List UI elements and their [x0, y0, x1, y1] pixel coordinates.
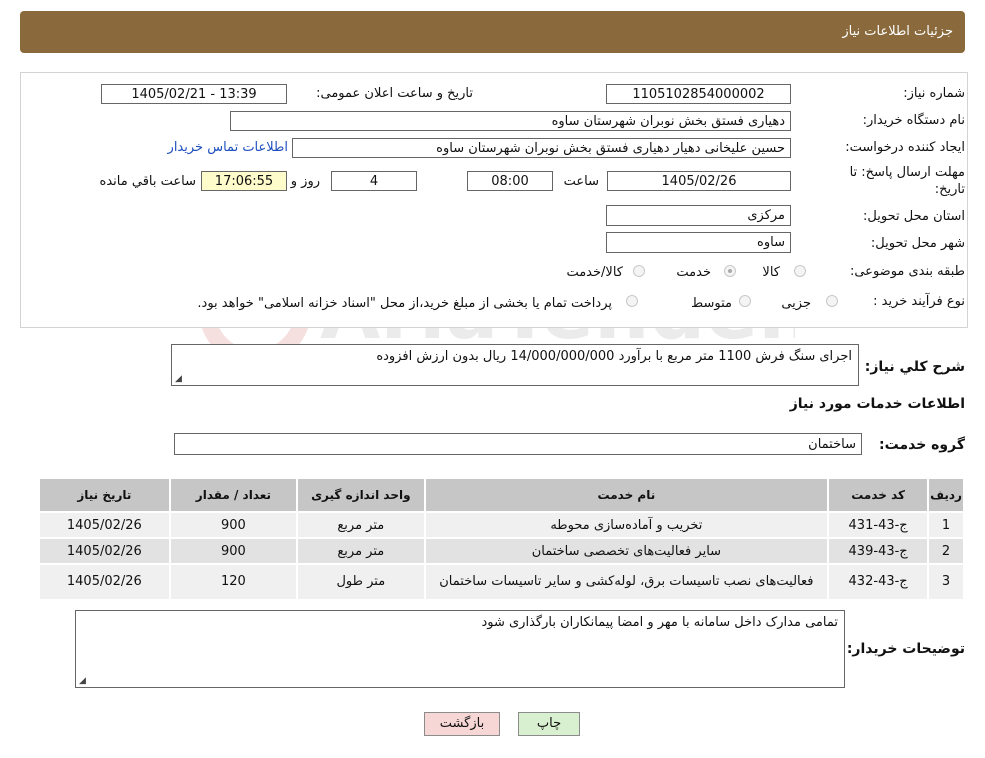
cell-code: ج-43-431 [827, 511, 930, 539]
need-number-field: 1105102854000002 [606, 84, 791, 104]
service-group-field: ساختمان [174, 433, 862, 455]
category-option-goods-service: کالا/خدمت [566, 265, 623, 280]
process-radio-minor[interactable] [826, 295, 838, 307]
cell-unit: متر مربع [296, 537, 426, 565]
column-header-name: نام خدمت [423, 477, 830, 513]
cell-name: تخریب و آماده‌سازی محوطه [423, 511, 830, 539]
process-option-medium: متوسط [691, 296, 732, 311]
buyer-contact-link[interactable]: اطلاعات تماس خریدار [168, 140, 288, 155]
cell-qty: 120 [168, 563, 299, 601]
column-header-qty: تعداد / مقدار [168, 477, 299, 513]
days-label: روز و [290, 174, 320, 189]
cell-code: ج-43-439 [827, 537, 930, 565]
buyer-notes-label: توضیحات خریدار: [846, 641, 965, 657]
category-option-goods: کالا [762, 265, 780, 280]
city-label: شهر محل تحویل: [870, 236, 965, 251]
process-radio-medium[interactable] [739, 295, 751, 307]
requester-label: ایجاد کننده درخواست: [845, 140, 965, 155]
buyer-org-label: نام دستگاه خریدار: [862, 113, 965, 128]
table-row: 3 ج-43-432 فعالیت‌های نصب تاسیسات برق، ل… [38, 563, 965, 601]
services-table: ردیف کد خدمت نام خدمت واحد اندازه گیری ت… [38, 477, 965, 601]
cell-code: ج-43-432 [827, 563, 930, 601]
remaining-label: ساعت باقي مانده [99, 174, 196, 189]
column-header-unit: واحد اندازه گیری [296, 477, 426, 513]
deadline-label: مهلت ارسال پاسخ: تا [849, 165, 965, 180]
deadline-date-field: 1405/02/26 [607, 171, 791, 191]
process-option-minor: جزیی [781, 296, 811, 311]
process-label: نوع فرآیند خرید : [873, 294, 965, 309]
cell-date: 1405/02/26 [38, 563, 171, 601]
buyer-org-field: دهیاری فستق بخش نوبران شهرستان ساوه [230, 111, 791, 131]
cell-qty: 900 [168, 511, 299, 539]
table-row: 2 ج-43-439 سایر فعالیت‌های تخصصی ساختمان… [38, 537, 965, 565]
column-header-date: تاریخ نیاز [38, 477, 171, 513]
city-field: ساوه [606, 232, 791, 253]
cell-unit: متر مربع [296, 511, 426, 539]
cell-index: 3 [927, 563, 965, 601]
treasury-checkbox[interactable] [626, 295, 638, 307]
province-label: استان محل تحویل: [863, 209, 965, 224]
cell-name: فعالیت‌های نصب تاسیسات برق، لوله‌کشی و س… [423, 563, 830, 601]
buyer-notes-text: تمامی مدارک داخل سامانه با مهر و امضا پی… [481, 615, 838, 630]
category-option-service: خدمت [676, 265, 711, 280]
category-radio-goods[interactable] [794, 265, 806, 277]
cell-index: 1 [927, 511, 965, 539]
category-label: طبقه بندی موضوعی: [849, 264, 965, 279]
buyer-notes-textarea: تمامی مدارک داخل سامانه با مهر و امضا پی… [75, 610, 845, 688]
days-field: 4 [331, 171, 417, 191]
cell-qty: 900 [168, 537, 299, 565]
announce-field: 1405/02/21 - 13:39 [101, 84, 287, 104]
back-button[interactable]: بازگشت [424, 712, 500, 736]
resize-grip-icon[interactable]: ◢ [79, 676, 86, 686]
column-header-index: ردیف [927, 477, 965, 513]
cell-unit: متر طول [296, 563, 426, 601]
table-row: 1 ج-43-431 تخریب و آماده‌سازی محوطه متر … [38, 511, 965, 539]
need-number-label: شماره نیاز: [903, 86, 965, 101]
remaining-time-field: 17:06:55 [201, 171, 287, 191]
deadline-label-date: تاریخ: [934, 182, 965, 197]
summary-textarea: اجرای سنگ فرش 1100 متر مربع با برآورد 14… [171, 344, 859, 386]
service-group-label: گروه خدمت: [879, 437, 965, 453]
category-radio-service[interactable] [724, 265, 736, 277]
requester-field: حسین علیخانی دهیار دهیاری فستق بخش نوبرا… [292, 138, 791, 158]
category-radio-goods-service[interactable] [633, 265, 645, 277]
cell-index: 2 [927, 537, 965, 565]
deadline-time-label: ساعت [563, 174, 599, 189]
cell-name: سایر فعالیت‌های تخصصی ساختمان [423, 537, 830, 565]
province-field: مرکزی [606, 205, 791, 226]
announce-label: تاریخ و ساعت اعلان عمومی: [316, 86, 473, 101]
services-section-title: اطلاعات خدمات مورد نیاز [789, 396, 965, 412]
column-header-code: کد خدمت [827, 477, 930, 513]
cell-date: 1405/02/26 [38, 537, 171, 565]
summary-text: اجرای سنگ فرش 1100 متر مربع با برآورد 14… [376, 349, 852, 364]
page-header: جزئیات اطلاعات نیاز [20, 11, 965, 53]
cell-date: 1405/02/26 [38, 511, 171, 539]
process-note: پرداخت تمام یا بخشی از مبلغ خرید،از محل … [197, 296, 612, 311]
summary-label: شرح کلي نياز: [864, 359, 965, 375]
page-title: جزئیات اطلاعات نیاز [842, 24, 953, 39]
resize-grip-icon[interactable]: ◢ [175, 374, 182, 384]
table-header-row: ردیف کد خدمت نام خدمت واحد اندازه گیری ت… [38, 477, 965, 513]
print-button[interactable]: چاپ [518, 712, 580, 736]
deadline-time-field: 08:00 [467, 171, 553, 191]
